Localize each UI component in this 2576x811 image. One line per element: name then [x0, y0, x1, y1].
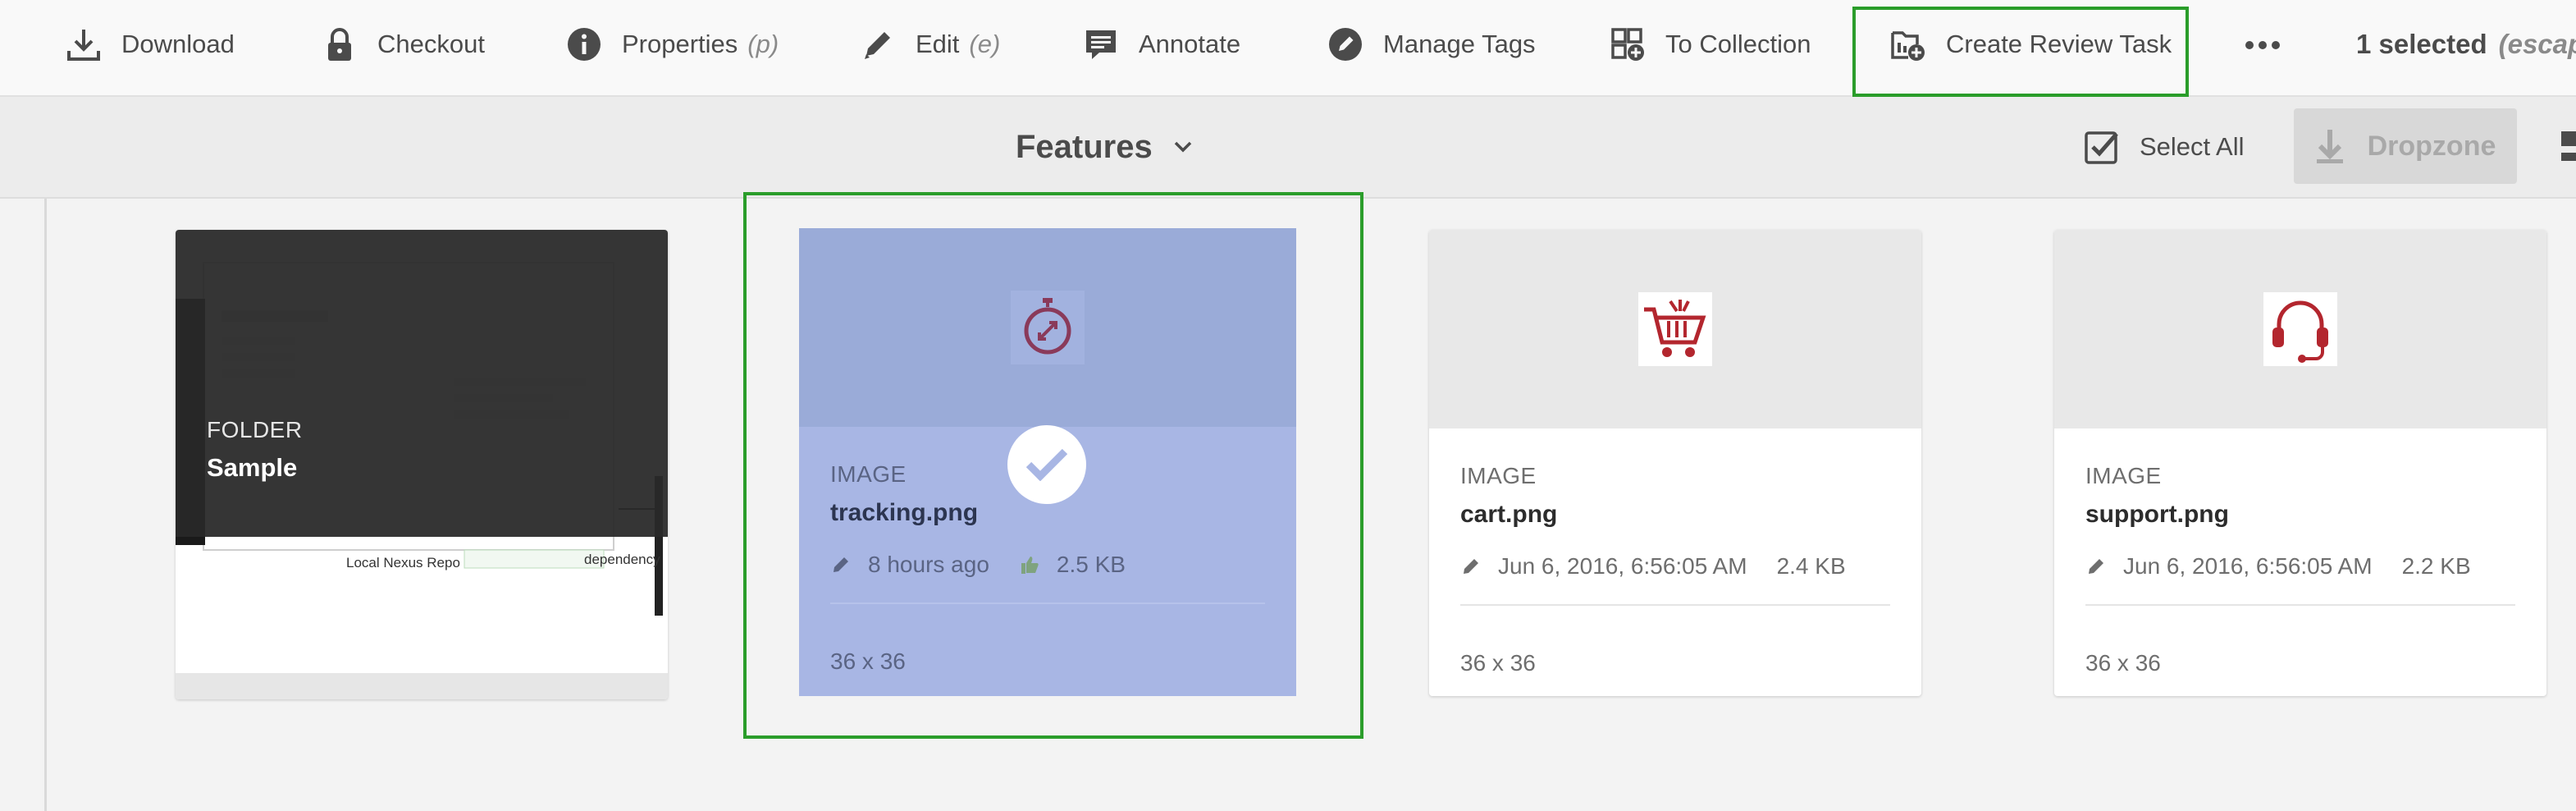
card-info-row: 8 hours ago 2.5 KB — [830, 552, 1265, 578]
more-icon — [2245, 41, 2280, 49]
asset-thumbnail — [799, 228, 1296, 427]
manage-tags-label: Manage Tags — [1383, 30, 1536, 58]
folder-overlay — [176, 230, 668, 537]
info-icon — [564, 25, 604, 64]
review-task-icon — [1889, 25, 1928, 64]
cart-icon — [1638, 292, 1712, 366]
image-dimensions: 36 x 36 — [1460, 650, 1536, 676]
modified-time: 8 hours ago — [868, 552, 989, 577]
download-icon — [64, 25, 103, 64]
select-all-button[interactable]: Select All — [2084, 97, 2245, 197]
card-title: support.png — [2085, 501, 2229, 528]
modified-time: Jun 6, 2016, 6:56:05 AM — [2123, 553, 2373, 579]
to-collection-label: To Collection — [1665, 30, 1811, 58]
card-title: tracking.png — [830, 499, 979, 526]
asset-thumbnail — [1429, 230, 1921, 428]
view-header: Features Select All Dropzone — [0, 97, 2576, 199]
selected-check-icon[interactable] — [1007, 425, 1086, 504]
checkout-button[interactable]: Checkout — [320, 0, 485, 89]
create-review-task-label: Create Review Task — [1946, 30, 2172, 58]
edit-button[interactable]: Edit (e) — [858, 0, 1000, 89]
view-switcher[interactable]: Features — [1016, 97, 1192, 197]
card-title: cart.png — [1460, 501, 1558, 528]
file-size: 2.5 KB — [1056, 552, 1126, 577]
select-all-label: Select All — [2140, 132, 2245, 161]
card-type-label: IMAGE — [2085, 463, 2162, 488]
stopwatch-icon — [1011, 291, 1085, 364]
annotate-label: Annotate — [1139, 30, 1241, 58]
edit-shortcut: (e) — [969, 30, 1001, 58]
chevron-down-icon — [1174, 141, 1191, 153]
asset-thumbnail — [2054, 230, 2546, 428]
thumbs-up-icon — [1019, 554, 1040, 575]
image-dimensions: 36 x 36 — [2085, 650, 2161, 676]
view-mode-icon-part — [2561, 153, 2576, 161]
card-info-row: Jun 6, 2016, 6:56:05 AM 2.4 KB — [1460, 553, 1890, 580]
view-title: Features — [1016, 128, 1153, 165]
modified-pencil-icon — [1460, 556, 1482, 577]
card-divider — [2085, 604, 2515, 606]
download-label: Download — [121, 30, 235, 58]
create-review-task-button[interactable]: Create Review Task — [1889, 0, 2172, 89]
properties-shortcut: (p) — [747, 30, 779, 58]
dropzone-button[interactable]: Dropzone — [2294, 108, 2517, 184]
view-mode-icon[interactable] — [2561, 131, 2576, 146]
card-type-label: IMAGE — [830, 461, 907, 487]
modified-pencil-icon — [830, 554, 852, 575]
more-actions-button[interactable] — [2245, 25, 2281, 66]
pencil-icon — [858, 25, 897, 64]
card-type-label: FOLDER — [207, 417, 303, 442]
download-arrow-icon — [2316, 130, 2343, 163]
file-size: 2.4 KB — [1776, 553, 1846, 579]
download-button[interactable]: Download — [64, 0, 235, 89]
annotate-icon — [1081, 25, 1121, 64]
preview-label-dependency: dependency — [584, 552, 660, 567]
annotate-button[interactable]: Annotate — [1081, 0, 1240, 89]
asset-card-support[interactable]: IMAGE support.png Jun 6, 2016, 6:56:05 A… — [2054, 230, 2546, 696]
modified-time: Jun 6, 2016, 6:56:05 AM — [1498, 553, 1747, 579]
image-dimensions: 36 x 36 — [830, 648, 906, 674]
to-collection-button[interactable]: To Collection — [1608, 0, 1811, 89]
collection-add-icon — [1608, 25, 1647, 64]
tag-icon — [1326, 25, 1365, 64]
card-divider — [830, 603, 1265, 604]
asset-card-cart[interactable]: IMAGE cart.png Jun 6, 2016, 6:56:05 AM 2… — [1429, 230, 1921, 696]
properties-button[interactable]: Properties (p) — [564, 0, 779, 89]
folder-card-sample[interactable]: Local Nexus Repo dependency FOLDER Sampl… — [176, 230, 668, 699]
action-bar: Download Checkout Properties (p) Edit (e… — [0, 0, 2576, 97]
card-type-label: IMAGE — [1460, 463, 1537, 488]
dropzone-label: Dropzone — [2367, 130, 2496, 162]
card-title: Sample — [207, 453, 298, 482]
manage-tags-button[interactable]: Manage Tags — [1326, 0, 1536, 89]
lock-icon — [320, 25, 359, 64]
folder-card-footer — [176, 673, 668, 699]
escape-hint: (escape — [2498, 29, 2576, 59]
headset-icon — [2263, 292, 2337, 366]
asset-card-tracking[interactable]: IMAGE tracking.png 8 hours ago 2.5 KB 36… — [799, 228, 1296, 696]
modified-pencil-icon — [2085, 556, 2107, 577]
preview-label-repo: Local Nexus Repo — [346, 555, 460, 570]
file-size: 2.2 KB — [2401, 553, 2471, 579]
rail-divider — [44, 199, 47, 811]
checkbox-icon — [2085, 131, 2118, 164]
checkout-label: Checkout — [377, 30, 485, 58]
properties-label: Properties — [622, 30, 738, 58]
card-divider — [1460, 604, 1890, 606]
edit-label: Edit — [916, 30, 960, 58]
selection-status: 1 selected (escape — [2356, 0, 2576, 89]
card-info-row: Jun 6, 2016, 6:56:05 AM 2.2 KB — [2085, 553, 2515, 580]
selected-count-label: 1 selected — [2356, 29, 2487, 59]
